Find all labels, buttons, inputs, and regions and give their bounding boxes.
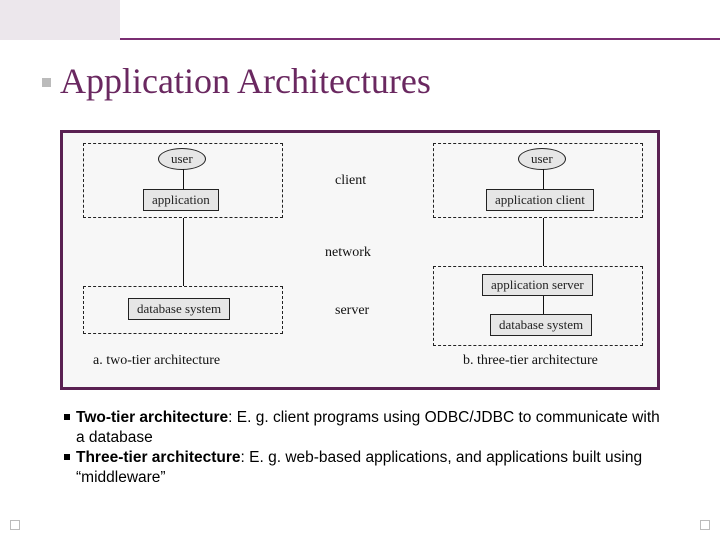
left-db-node: database system <box>128 298 230 320</box>
square-bullet-icon <box>64 454 70 460</box>
left-caption: a. two-tier architecture <box>93 353 220 369</box>
header-band <box>0 0 720 40</box>
right-user-node: user <box>518 148 566 170</box>
slide-title: Application Architectures <box>60 60 431 102</box>
header-accent-block <box>0 0 120 40</box>
description-text: Two-tier architecture: E. g. client prog… <box>64 408 670 489</box>
b2-term: Three-tier architecture <box>76 449 241 466</box>
mid-network-label: network <box>325 245 371 261</box>
architecture-figure: user application database system a. two-… <box>60 130 660 390</box>
right-network-line <box>543 218 544 266</box>
right-appclient-node: application client <box>486 189 594 211</box>
mid-server-label: server <box>335 303 369 319</box>
corner-deco-right <box>700 520 710 530</box>
square-bullet-icon <box>64 414 70 420</box>
left-application-node: application <box>143 189 219 211</box>
mid-client-label: client <box>335 173 366 189</box>
b1-term: Two-tier architecture <box>76 409 228 426</box>
diagram-canvas: user application database system a. two-… <box>63 133 657 387</box>
right-server-conn <box>543 296 544 314</box>
bullet-three-tier: Three-tier architecture: E. g. web-based… <box>64 448 670 488</box>
right-user-conn <box>543 169 544 189</box>
bullet-two-tier: Two-tier architecture: E. g. client prog… <box>64 408 670 448</box>
right-caption: b. three-tier architecture <box>463 353 598 369</box>
corner-deco-left <box>10 520 20 530</box>
left-network-line <box>183 218 184 286</box>
left-user-conn <box>183 169 184 189</box>
right-appserver-node: application server <box>482 274 593 296</box>
left-user-node: user <box>158 148 206 170</box>
right-db-node: database system <box>490 314 592 336</box>
header-rule <box>120 38 720 40</box>
